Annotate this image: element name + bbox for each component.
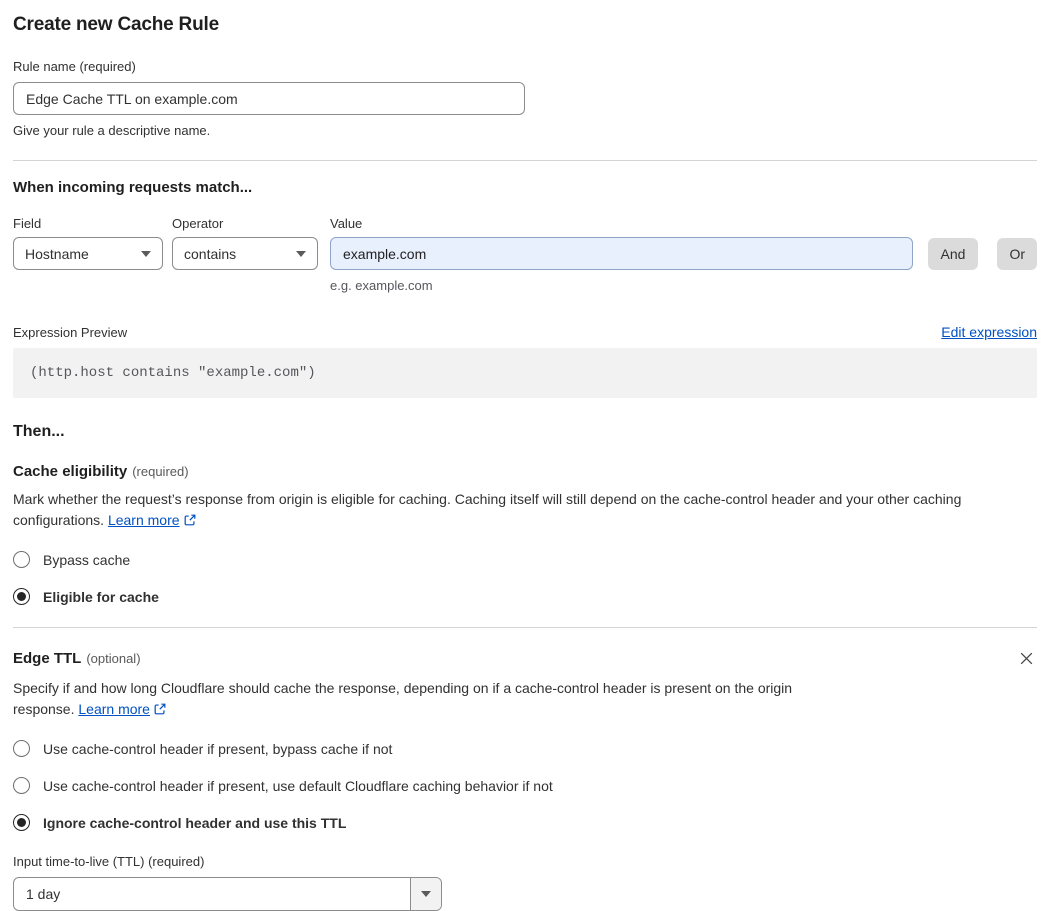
learn-more-link[interactable]: Learn more — [78, 701, 150, 717]
radio-icon — [13, 551, 30, 568]
rule-name-label: Rule name (required) — [13, 59, 136, 74]
edge-ttl-heading: Edge TTL (optional) — [13, 650, 141, 667]
external-link-icon — [154, 703, 166, 715]
operator-select-value: contains — [184, 245, 237, 262]
radio-use-header-default[interactable]: Use cache-control header if present, use… — [13, 777, 1037, 794]
edge-ttl-heading-row: Edge TTL (optional) — [13, 648, 1037, 669]
cache-eligibility-title: Cache eligibility — [13, 463, 128, 480]
learn-more-link[interactable]: Learn more — [108, 512, 180, 528]
expression-builder-labels: Field Operator Value — [13, 216, 1037, 231]
chevron-down-icon — [421, 891, 431, 897]
page-title: Create new Cache Rule — [13, 14, 219, 35]
radio-icon — [13, 814, 30, 831]
section-divider — [13, 627, 1037, 628]
create-cache-rule-form: Create new Cache Rule Rule name (require… — [0, 0, 1058, 911]
or-button[interactable]: Or — [997, 237, 1037, 270]
expression-preview-row: Expression Preview Edit expression — [13, 324, 1037, 340]
radio-icon — [13, 740, 30, 757]
value-input[interactable] — [330, 237, 913, 270]
radio-icon — [13, 588, 30, 605]
cache-eligibility-heading: Cache eligibility (required) — [13, 463, 1037, 480]
section-divider — [13, 160, 1037, 161]
radio-label: Ignore cache-control header and use this… — [43, 814, 347, 831]
field-select-value: Hostname — [25, 245, 89, 262]
field-select[interactable]: Hostname — [13, 237, 163, 270]
then-heading: Then... — [13, 423, 65, 440]
field-label: Field — [13, 216, 42, 231]
radio-label: Use cache-control header if present, use… — [43, 777, 553, 794]
ttl-label: Input time-to-live (TTL) (required) — [13, 854, 205, 869]
close-edge-ttl-button[interactable] — [1016, 648, 1037, 669]
edge-ttl-description: Specify if and how long Cloudflare shoul… — [13, 678, 845, 720]
edit-expression-link[interactable]: Edit expression — [941, 324, 1037, 340]
radio-icon — [13, 777, 30, 794]
expression-preview-label: Expression Preview — [13, 325, 128, 340]
radio-label: Use cache-control header if present, byp… — [43, 740, 393, 757]
and-button[interactable]: And — [927, 237, 979, 270]
radio-label: Bypass cache — [43, 551, 131, 568]
radio-use-header-bypass[interactable]: Use cache-control header if present, byp… — [13, 740, 1037, 757]
radio-label: Eligible for cache — [43, 588, 159, 605]
external-link-icon — [184, 514, 195, 526]
chevron-down-icon — [296, 250, 306, 257]
operator-label: Operator — [172, 216, 224, 231]
cache-eligibility-description: Mark whether the request’s response from… — [13, 489, 1037, 531]
match-heading: When incoming requests match... — [13, 179, 253, 196]
radio-eligible-for-cache[interactable]: Eligible for cache — [13, 588, 1037, 605]
edge-ttl-title: Edge TTL — [13, 650, 82, 667]
radio-bypass-cache[interactable]: Bypass cache — [13, 551, 1037, 568]
optional-tag: (optional) — [86, 651, 141, 666]
chevron-down-icon — [141, 250, 151, 257]
expression-preview-code: (http.host contains "example.com") — [13, 348, 1037, 398]
ttl-select-value: 1 day — [26, 886, 61, 902]
value-label: Value — [330, 216, 363, 231]
value-helper: e.g. example.com — [330, 278, 433, 293]
ttl-select-arrow-button[interactable] — [410, 878, 441, 910]
radio-ignore-header-ttl[interactable]: Ignore cache-control header and use this… — [13, 814, 1037, 831]
close-icon — [1020, 652, 1033, 665]
required-tag: (required) — [132, 464, 189, 479]
rule-name-helper: Give your rule a descriptive name. — [13, 123, 211, 138]
rule-name-input[interactable] — [13, 82, 525, 115]
operator-select[interactable]: contains — [172, 237, 318, 270]
expression-builder-row: Hostname contains And Or — [13, 237, 1037, 270]
